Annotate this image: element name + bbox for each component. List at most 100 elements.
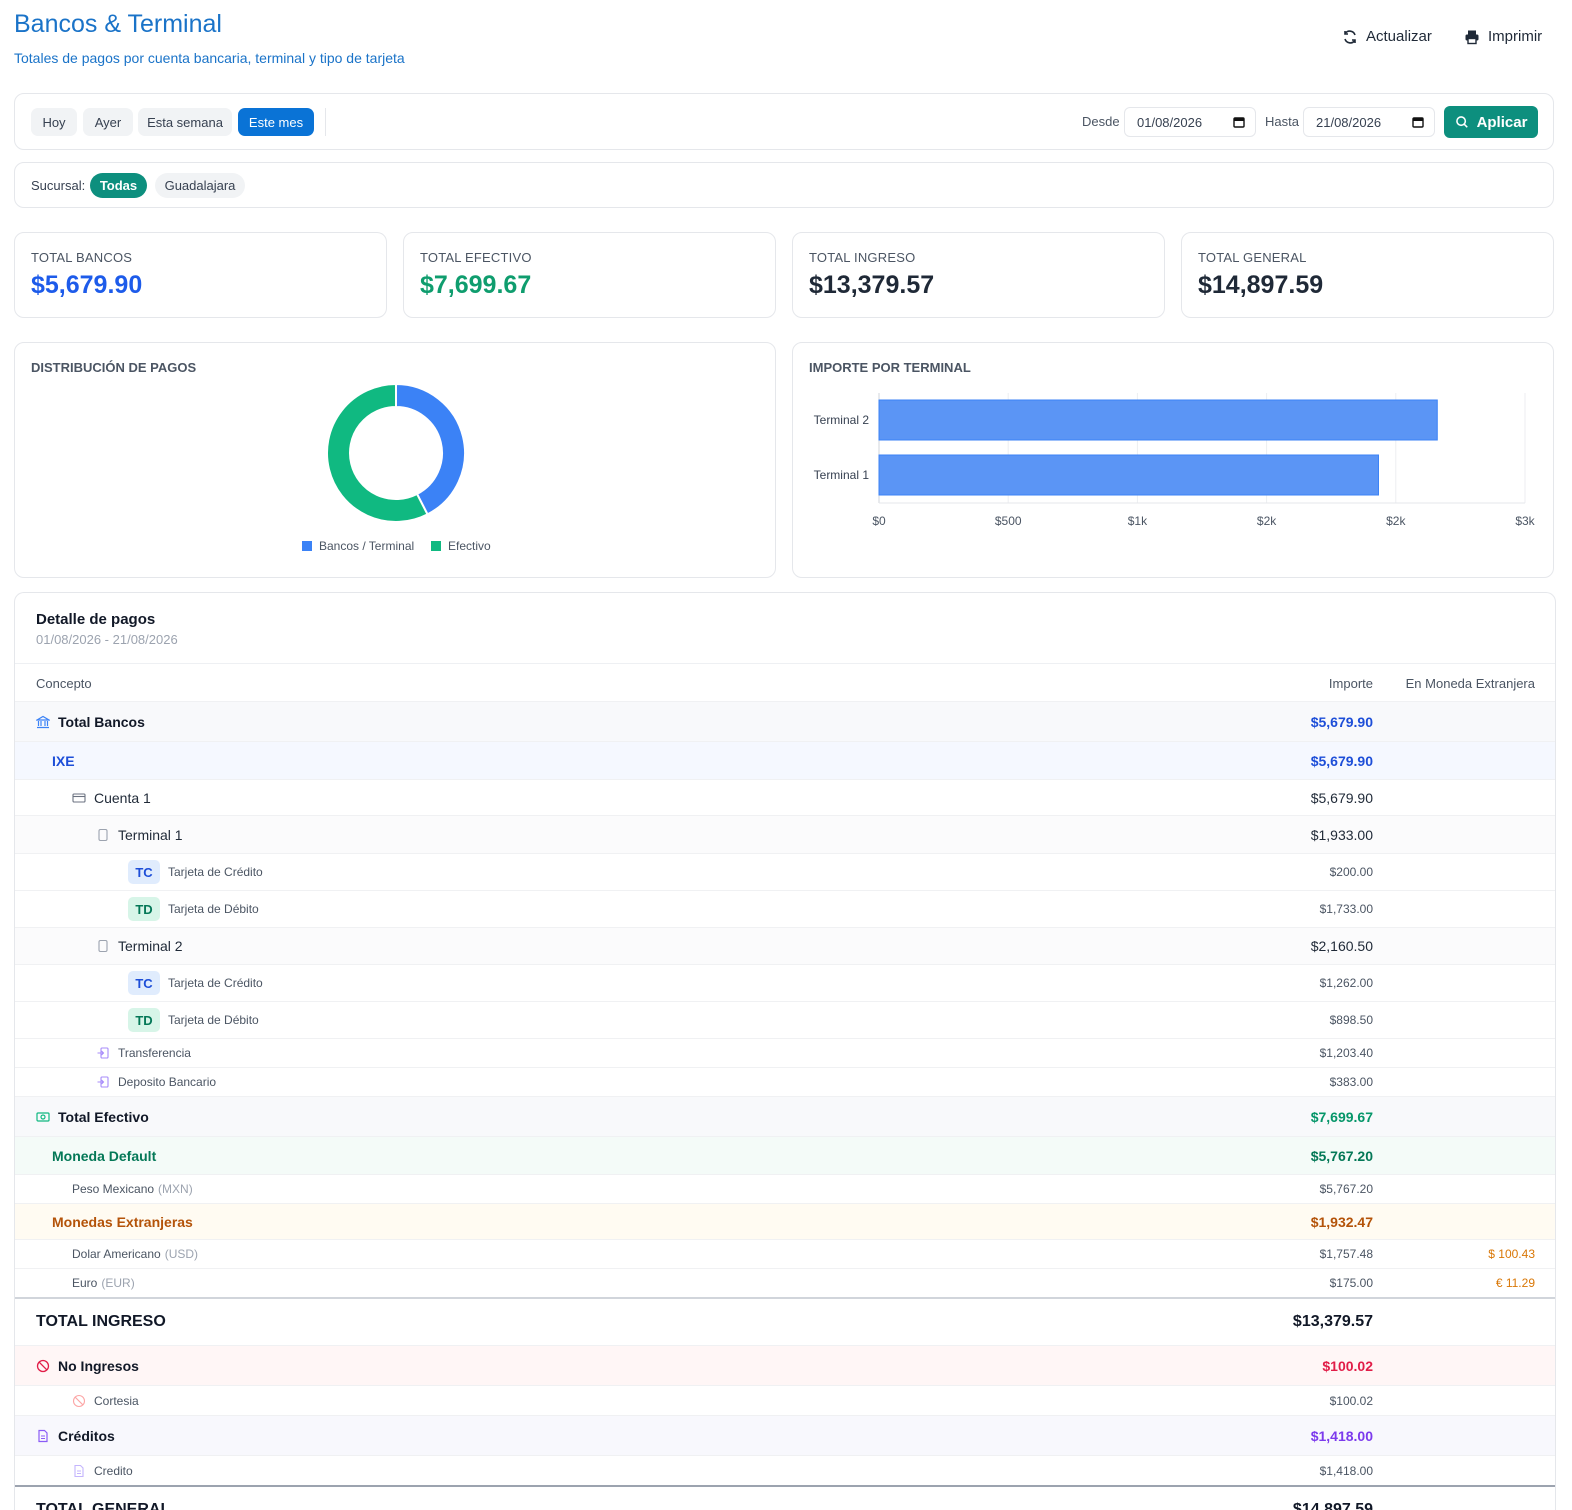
printer-icon [1465,30,1479,44]
to-date-input[interactable]: 21/08/2026 [1303,107,1435,137]
filter-divider [325,108,326,136]
foreign-amount: $ 100.43 [1488,1247,1535,1261]
row-label: Credito [94,1463,133,1478]
terminal-amount-card: IMPORTE POR TERMINAL $0 $500 $1k $2k $2k $3k T… [792,342,1554,578]
row-label: IXE [52,752,75,769]
bar[interactable] [878,399,1438,441]
y-tick-label: Terminal 2 [814,413,870,427]
apply-button[interactable]: Aplicar [1444,106,1538,138]
row-amount: $1,262.00 [1319,976,1373,990]
calendar-icon[interactable] [1412,116,1424,128]
filter-yesterday-button[interactable]: Ayer [83,108,133,136]
table-row-account: Cuenta 1 $5,679.90 [15,779,1555,815]
donut-chart: Bancos / Terminal Efectivo [302,382,491,553]
document-icon [74,1464,84,1477]
table-row-total-efectivo: Total Efectivo $7,699.67 [15,1096,1555,1136]
row-amount: $14,897.59 [1292,1501,1373,1510]
currency-code: (MXN) [158,1182,193,1196]
refresh-icon [1344,29,1356,44]
row-label: No Ingresos [58,1357,139,1374]
search-icon [1455,116,1468,128]
table-row-total-ingreso: TOTAL INGRESO $13,379.57 [15,1297,1555,1345]
branch-all-chip[interactable]: Todas [90,173,147,198]
column-header-foreign: En Moneda Extranjera [1405,676,1535,691]
row-amount: $1,733.00 [1319,902,1373,916]
table-row-currency: Euro (EUR) $175.00 € 11.29 [15,1268,1555,1297]
calendar-icon[interactable] [1233,116,1245,128]
x-tick-label: $0 [872,514,886,528]
row-label: Terminal 2 [118,938,183,954]
row-amount: $7,699.67 [1310,1108,1373,1125]
legend-swatch [431,541,441,551]
row-amount: $100.02 [1322,1357,1373,1374]
table-row-transfer: Transferencia $1,203.40 [15,1038,1555,1067]
row-amount: $5,767.20 [1319,1182,1373,1196]
stat-label: TOTAL BANCOS [31,250,133,265]
row-amount: $5,767.20 [1310,1147,1373,1164]
filter-this-month-button[interactable]: Este mes [238,108,314,136]
legend-label[interactable]: Efectivo [448,539,491,553]
filter-this-week-button[interactable]: Esta semana [138,108,232,136]
row-label: Cuenta 1 [94,789,151,806]
row-amount: $1,418.00 [1310,1427,1373,1444]
row-label: Monedas Extranjeras [52,1213,193,1230]
from-date-input[interactable]: 01/08/2026 [1124,107,1256,137]
payment-distribution-card: DISTRIBUCIÓN DE PAGOS Bancos / Terminal E… [14,342,776,578]
bank-icon [36,715,50,728]
foreign-amount: € 11.29 [1495,1276,1535,1290]
print-button[interactable]: Imprimir [1464,28,1542,45]
row-amount: $100.02 [1329,1393,1373,1408]
refresh-button[interactable]: Actualizar [1342,28,1432,45]
stat-label: TOTAL EFECTIVO [420,250,532,265]
page-title: Bancos & Terminal [14,10,222,38]
donut-slice[interactable] [395,382,466,516]
page-subtitle: Totales de pagos por cuenta bancaria, te… [14,50,405,66]
table-row-no-ingresos: No Ingresos $100.02 [15,1345,1555,1385]
print-label: Imprimir [1488,28,1543,45]
card-icon [72,792,86,803]
stat-card-total-ingreso: TOTAL INGRESO $13,379.57 [792,232,1165,318]
table-row-default-currency: Moneda Default $5,767.20 [15,1136,1555,1174]
row-amount: $383.00 [1329,1075,1373,1089]
debit-card-badge: TD [128,1008,160,1032]
row-amount: $1,757.48 [1319,1247,1373,1261]
row-label: Créditos [58,1427,115,1444]
table-row-terminal-1: Terminal 1 $1,933.00 [15,815,1555,853]
table-row-currency: Dolar Americano (USD) $1,757.48 $ 100.43 [15,1239,1555,1268]
branch-filter-bar: Sucursal: Todas Guadalajara [14,162,1554,208]
row-label: Transferencia [118,1046,191,1060]
row-label: Deposito Bancario [118,1075,217,1089]
row-amount: $1,933.00 [1310,826,1373,843]
currency-code: (EUR) [101,1276,135,1290]
legend-label[interactable]: Bancos / Terminal [319,539,414,553]
row-label: Moneda Default [52,1147,157,1164]
row-amount: $898.50 [1329,1013,1373,1027]
table-row-card-type: TC Tarjeta de Crédito $1,262.00 [15,964,1555,1001]
row-amount: $2,160.50 [1310,938,1373,954]
table-row-credito: Credito $1,418.00 [15,1455,1555,1485]
stat-label: TOTAL INGRESO [809,250,916,265]
column-header-concept: Concepto [36,676,92,691]
row-label: Euro [72,1276,98,1290]
table-row-terminal-2: Terminal 2 $2,160.50 [15,927,1555,964]
row-label: Tarjeta de Crédito [168,976,263,990]
row-label: Tarjeta de Débito [168,902,259,916]
filter-today-button[interactable]: Hoy [31,108,77,136]
table-row-cortesia: Cortesia $100.02 [15,1385,1555,1415]
row-amount: $175.00 [1329,1276,1373,1290]
table-row-total-general: TOTAL GENERAL $14,897.59 [15,1485,1555,1510]
apply-label: Aplicar [1476,113,1528,131]
to-date-value: 21/08/2026 [1316,114,1382,130]
row-label: Total Bancos [58,713,145,730]
row-label: Terminal 1 [118,826,183,843]
branch-label: Sucursal: [31,178,86,193]
row-label: TOTAL GENERAL [36,1501,171,1510]
table-row-foreign-currencies: Monedas Extranjeras $1,932.47 [15,1203,1555,1239]
branch-guadalajara-chip[interactable]: Guadalajara [155,173,245,198]
row-amount: $5,679.90 [1310,752,1373,769]
detail-date-range: 01/08/2026 - 21/08/2026 [36,632,178,647]
table-row-card-type: TD Tarjeta de Débito $898.50 [15,1001,1555,1038]
row-amount: $5,679.90 [1310,713,1373,730]
column-header-amount: Importe [1328,676,1373,691]
bar[interactable] [878,454,1379,496]
